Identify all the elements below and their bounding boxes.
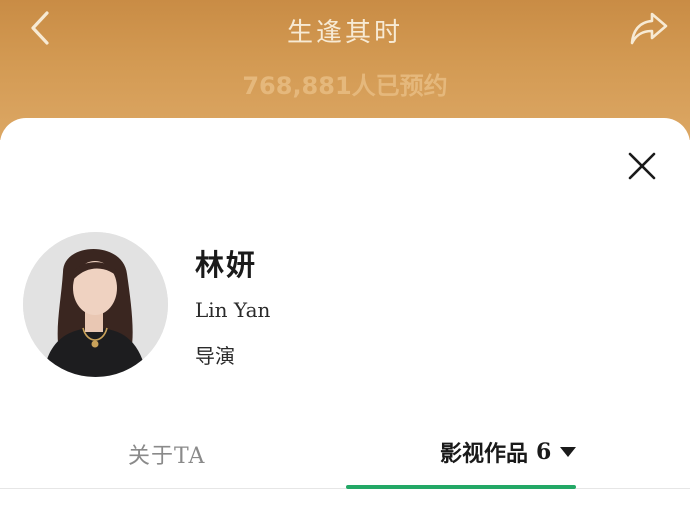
person-role: 导演 <box>195 344 235 368</box>
person-name-english: Lin Yan <box>195 298 271 322</box>
person-name: 林妍 <box>195 248 258 282</box>
close-icon[interactable] <box>626 150 658 182</box>
tab-about[interactable]: 关于TA <box>128 438 205 470</box>
share-icon[interactable] <box>628 8 670 48</box>
caret-down-icon <box>560 447 577 457</box>
tab-divider <box>0 488 690 489</box>
tab-works-count: 6 <box>536 439 552 465</box>
tab-works[interactable]: 影视作品 6 <box>440 436 577 468</box>
avatar <box>23 232 168 377</box>
page-title: 生逢其时 <box>286 18 403 48</box>
tab-works-label: 影视作品 <box>440 441 529 467</box>
reservation-count: 768,881人已预约 <box>242 72 448 100</box>
active-tab-indicator <box>346 485 576 489</box>
